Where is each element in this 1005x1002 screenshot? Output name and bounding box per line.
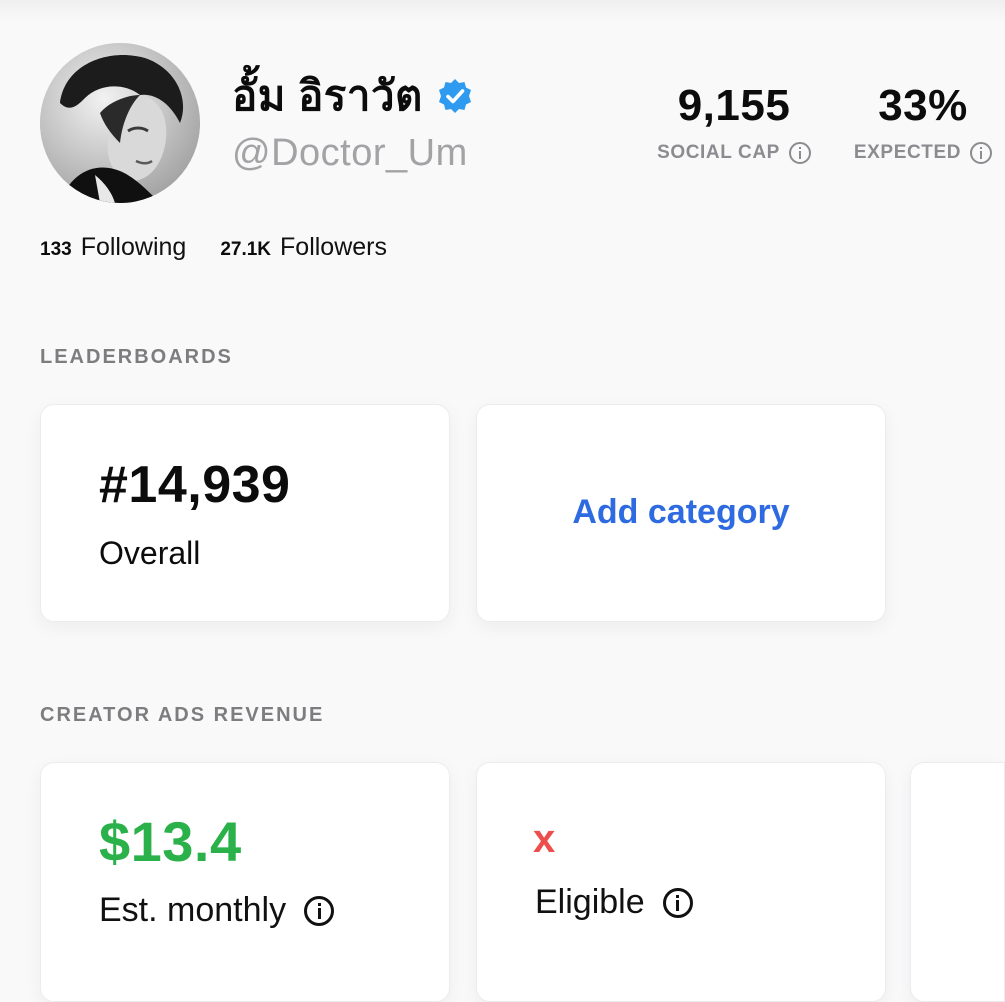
info-icon[interactable] <box>662 887 693 918</box>
expected-label-row: EXPECTED <box>848 142 998 164</box>
monthly-revenue-value: $13.4 <box>99 810 242 873</box>
followers-label: Followers <box>280 233 387 261</box>
expected-value: 33% <box>878 81 968 130</box>
avatar-photo <box>40 43 200 203</box>
social-cap-label-row: SOCIAL CAP <box>648 142 820 164</box>
following-count: 133 <box>40 239 72 260</box>
top-bar <box>0 0 1005 22</box>
follow-stats: 133 Following 27.1K Followers <box>40 233 387 262</box>
eligible-label: Eligible <box>535 883 645 921</box>
add-category-button[interactable]: Add category <box>477 493 885 532</box>
following-label: Following <box>80 233 187 261</box>
followers-link[interactable]: 27.1K Followers <box>220 233 387 262</box>
info-icon[interactable] <box>788 142 811 164</box>
eligible-label-row: Eligible <box>535 883 693 922</box>
display-name: อั้ม อิราวัต <box>232 72 423 119</box>
social-cap-value: 9,155 <box>677 81 791 130</box>
ads-revenue-title: CREATOR ADS REVENUE <box>40 704 325 726</box>
followers-count: 27.1K <box>220 239 272 260</box>
expected-stat: 33% EXPECTED <box>848 80 998 164</box>
social-cap-stat: 9,155 SOCIAL CAP <box>648 80 820 164</box>
following-link[interactable]: 133 Following <box>40 233 186 262</box>
leaderboards-title: LEADERBOARDS <box>40 346 233 368</box>
handle: @Doctor_Um <box>232 132 468 174</box>
social-cap-label: SOCIAL CAP <box>657 142 780 163</box>
rank-label: Overall <box>99 535 201 571</box>
monthly-revenue-card[interactable]: $13.4 Est. monthly <box>40 762 450 1002</box>
monthly-revenue-label-row: Est. monthly <box>99 891 335 930</box>
monthly-revenue-label: Est. monthly <box>99 891 287 929</box>
info-icon[interactable] <box>970 142 993 164</box>
avatar[interactable] <box>40 43 200 203</box>
info-icon[interactable] <box>304 895 335 926</box>
expected-label: EXPECTED <box>853 142 962 163</box>
overall-rank-card[interactable]: #14,939 Overall <box>40 404 450 622</box>
rank-value: #14,939 <box>99 456 291 514</box>
verified-badge-icon <box>438 79 471 113</box>
name-row: อั้ม อิราวัต <box>232 72 473 120</box>
add-category-card[interactable]: Add category <box>476 404 886 622</box>
eligibility-card[interactable]: x Eligible <box>476 762 886 1002</box>
partial-card[interactable] <box>910 762 1005 1002</box>
ineligible-x-icon: x <box>533 817 556 861</box>
